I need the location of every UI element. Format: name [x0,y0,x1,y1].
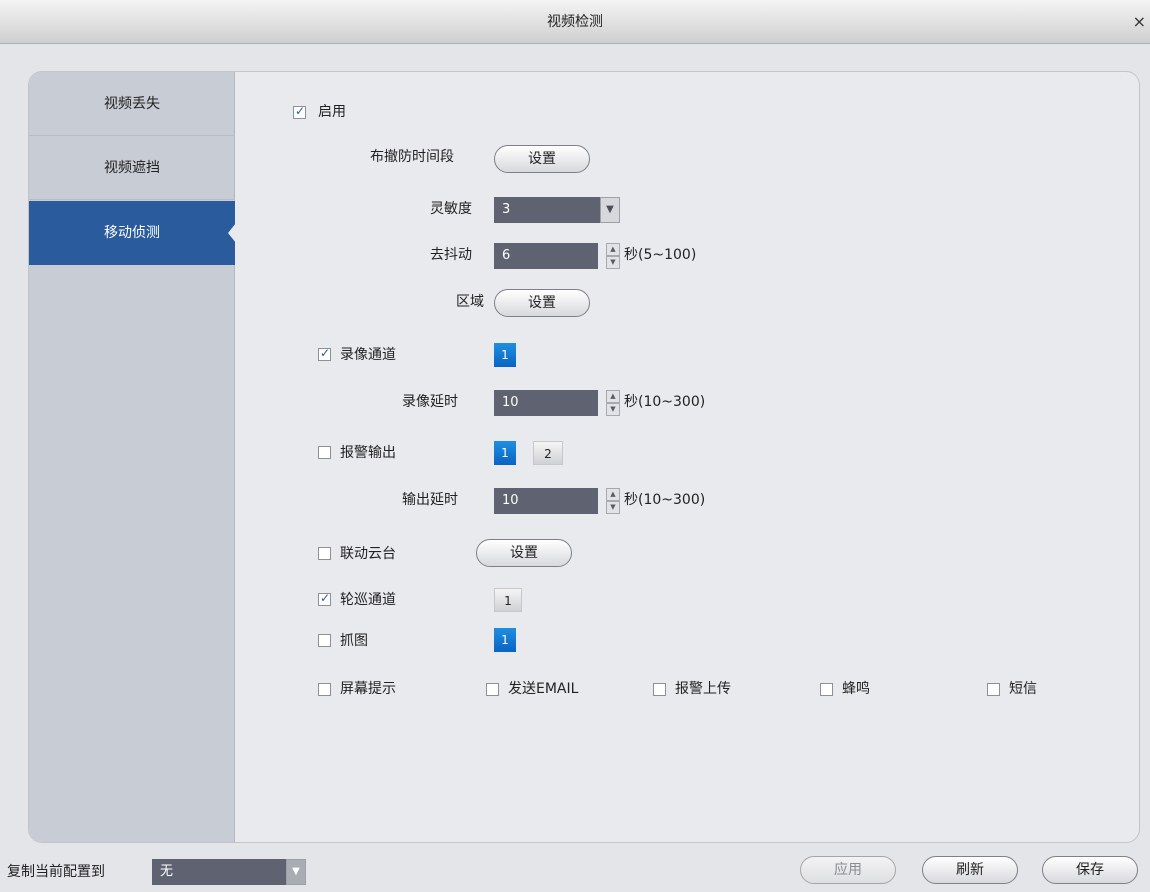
output-delay-unit: 秒(10~300) [624,492,706,508]
ptz-set-button[interactable]: 设置 [476,539,572,567]
alarm-output-label: 报警输出 [340,445,396,461]
region-label: 区域 [456,294,484,310]
ptz-link-checkbox[interactable] [318,547,331,560]
tour-channel-label: 轮巡通道 [340,592,396,608]
snapshot-checkbox[interactable] [318,634,331,647]
record-delay-input[interactable]: 10 [494,390,598,416]
alarm-output-chip-1[interactable]: 1 [494,441,516,465]
alarm-output-checkbox[interactable] [318,446,331,459]
send-email-label: 发送EMAIL [508,681,579,697]
tour-channel-checkbox[interactable] [318,591,331,606]
record-delay-label: 录像延时 [402,394,458,410]
enable-label: 启用 [318,104,346,120]
spin-up-icon[interactable]: ▲ [606,390,620,403]
close-icon[interactable]: × [1133,12,1146,32]
sidebar-item-motion-detect[interactable]: 移动侦测 [29,201,236,265]
debounce-unit: 秒(5~100) [624,247,697,263]
up-down-arrows-icon[interactable]: ▲ ▼ [606,488,620,514]
up-down-arrows-icon[interactable]: ▲ ▼ [606,243,620,269]
sensitivity-select[interactable]: 3 [494,197,600,223]
schedule-label: 布撤防时间段 [370,149,454,165]
debounce-label: 去抖动 [430,247,472,263]
up-down-arrows-icon[interactable]: ▲ ▼ [606,390,620,416]
sms-checkbox[interactable] [987,683,1000,696]
ptz-link-label: 联动云台 [340,546,396,562]
alarm-output-chip-2[interactable]: 2 [533,441,563,465]
output-delay-label: 输出延时 [402,492,458,508]
screen-tip-label: 屏幕提示 [340,681,396,697]
copy-target-select[interactable]: 无 [152,859,286,885]
refresh-button[interactable]: 刷新 [922,856,1018,884]
sidebar-item-label: 移动侦测 [104,225,160,241]
record-channel-chip-1[interactable]: 1 [494,343,516,367]
triangle-down-icon[interactable]: ▼ [600,197,620,223]
screen-tip-checkbox[interactable] [318,683,331,696]
triangle-down-icon[interactable]: ▼ [286,859,306,885]
tour-channel-chip-1[interactable]: 1 [494,588,522,612]
spin-up-icon[interactable]: ▲ [606,243,620,256]
sms-label: 短信 [1009,681,1037,697]
alarm-upload-checkbox[interactable] [653,683,666,696]
record-channel-label: 录像通道 [340,347,396,363]
send-email-checkbox[interactable] [486,683,499,696]
title-bar: 视频检测 × [0,0,1150,44]
sensitivity-label: 灵敏度 [430,201,472,217]
apply-button[interactable]: 应用 [800,856,896,884]
buzzer-checkbox[interactable] [820,683,833,696]
active-notch-icon [228,223,236,243]
copy-config-label: 复制当前配置到 [7,864,105,880]
spin-up-icon[interactable]: ▲ [606,488,620,501]
region-set-button[interactable]: 设置 [494,289,590,317]
save-button[interactable]: 保存 [1042,856,1138,884]
record-channel-checkbox[interactable] [318,346,331,361]
schedule-set-button[interactable]: 设置 [494,145,590,173]
spin-down-icon[interactable]: ▼ [606,403,620,416]
buzzer-label: 蜂鸣 [842,681,870,697]
snapshot-label: 抓图 [340,633,368,649]
main-panel: 视频丢失 视频遮挡 移动侦测 [28,71,1140,843]
window-title: 视频检测 [547,14,603,30]
spin-down-icon[interactable]: ▼ [606,501,620,514]
sidebar: 视频丢失 视频遮挡 移动侦测 [29,72,236,842]
alarm-upload-label: 报警上传 [675,681,731,697]
snapshot-chip-1[interactable]: 1 [494,628,516,652]
spin-down-icon[interactable]: ▼ [606,256,620,269]
debounce-input[interactable]: 6 [494,243,598,269]
sidebar-item-video-loss[interactable]: 视频丢失 [29,72,235,136]
enable-checkbox[interactable] [293,104,306,119]
sidebar-item-video-tamper[interactable]: 视频遮挡 [29,136,235,200]
record-delay-unit: 秒(10~300) [624,394,706,410]
output-delay-input[interactable]: 10 [494,488,598,514]
